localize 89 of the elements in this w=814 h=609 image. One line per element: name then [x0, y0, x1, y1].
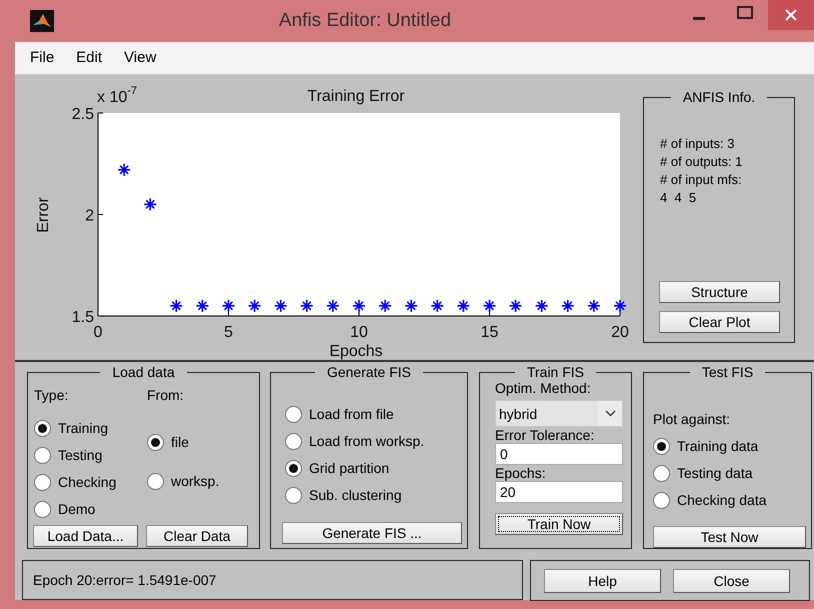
tick-label: 1.5	[72, 309, 94, 326]
tolerance-field[interactable]: 0	[495, 443, 623, 465]
field-label: Epochs:	[495, 465, 547, 481]
data-button[interactable]: Load Data...	[33, 525, 138, 547]
data-point	[378, 299, 392, 313]
data-point	[248, 299, 262, 313]
field-label: From:	[147, 386, 185, 405]
data-point	[117, 163, 131, 177]
window-title: Anfis Editor: Untitled	[278, 8, 452, 33]
generate-button[interactable]: Generate FIS ...	[282, 522, 462, 544]
status-text: Epoch 20:error= 1.5491e-007	[33, 570, 216, 590]
radio-option[interactable]: Training data	[653, 433, 811, 460]
dialog-button[interactable]: Close	[673, 568, 790, 592]
radio-button[interactable]	[285, 433, 302, 450]
close-button[interactable]	[768, 0, 814, 30]
axis-label: Epochs	[329, 343, 383, 360]
data-point	[300, 299, 314, 313]
data-point	[430, 299, 444, 313]
data-point	[534, 299, 548, 313]
radio-option[interactable]: file	[147, 429, 220, 456]
data-button[interactable]: Clear Data	[146, 525, 248, 547]
info-text: # of inputs: 3	[660, 135, 736, 153]
radio-button[interactable]	[285, 460, 302, 477]
data-point	[326, 299, 340, 313]
radio-option[interactable]: Testing	[34, 442, 147, 469]
radio-option[interactable]: Sub. clustering	[285, 482, 467, 509]
data-point	[482, 299, 496, 313]
radio-option[interactable]: worksp.	[147, 468, 220, 495]
test-button[interactable]: Test Now	[653, 526, 806, 548]
menu-item[interactable]: File	[19, 46, 66, 70]
tick-label: 15	[480, 324, 498, 341]
radio-button[interactable]	[34, 501, 51, 518]
radio-option[interactable]: Grid partition	[285, 455, 467, 482]
field-label: Optim. Method:	[495, 380, 592, 396]
field-label: Type:	[34, 386, 70, 405]
tick-label: 5	[224, 324, 233, 341]
train-button[interactable]: Train Now	[495, 513, 623, 535]
data-point	[456, 299, 470, 313]
tick-label: 0	[94, 324, 102, 341]
radio-option[interactable]: Checking data	[653, 487, 811, 514]
menu-item[interactable]: Edit	[65, 46, 114, 70]
epochs-field[interactable]: 20	[495, 481, 623, 503]
field-label: Plot against:	[653, 410, 732, 429]
radio-button[interactable]	[147, 473, 164, 490]
radio-button[interactable]	[653, 465, 670, 482]
menu-item[interactable]: View	[113, 46, 168, 70]
info-text: # of input mfs:	[660, 171, 743, 189]
plot-button[interactable]: Structure	[659, 281, 780, 303]
radio-button[interactable]	[285, 406, 302, 423]
plot-button[interactable]: Clear Plot	[659, 311, 780, 333]
radio-button[interactable]	[34, 447, 51, 464]
tick-label: 2	[85, 208, 94, 224]
radio-button[interactable]	[285, 487, 302, 504]
radio-option[interactable]: Demo	[34, 496, 147, 523]
app-icon	[30, 10, 54, 32]
data-point	[143, 198, 157, 212]
field-label: Error Tolerance:	[495, 427, 596, 443]
data-point	[274, 299, 288, 313]
caret-icon	[604, 410, 616, 417]
radio-option[interactable]: Load from worksp.	[285, 428, 467, 455]
radio-option[interactable]: Training	[34, 415, 147, 442]
data-point	[587, 299, 601, 313]
data-point	[222, 299, 236, 313]
dialog-button[interactable]: Help	[544, 568, 661, 592]
radio-option[interactable]: Checking	[34, 469, 147, 496]
tick-label: 10	[350, 324, 368, 341]
info-text: # of outputs: 1	[660, 153, 744, 171]
data-point	[508, 299, 522, 313]
axis-label: Error	[35, 197, 52, 233]
axis-multiplier: x 10$^{-7}$	[97, 85, 138, 106]
radio-button[interactable]	[34, 474, 51, 491]
radio-button[interactable]	[653, 492, 670, 509]
radio-button[interactable]	[147, 434, 164, 451]
method-dropdown[interactable]: hybrid	[495, 400, 623, 427]
data-point	[196, 299, 210, 313]
info-text: 4 4 5	[660, 189, 698, 207]
radio-button[interactable]	[34, 420, 51, 437]
data-point	[352, 299, 366, 313]
radio-option[interactable]: Load from file	[285, 401, 467, 428]
chart-title: Training Error	[307, 88, 405, 105]
radio-button[interactable]	[653, 438, 670, 455]
tick-label: 20	[611, 324, 629, 341]
data-point	[613, 299, 627, 313]
data-point	[170, 299, 184, 313]
radio-option[interactable]: Testing data	[653, 460, 811, 487]
data-point	[561, 299, 575, 313]
close-icon	[785, 9, 797, 21]
tick-label: 2.5	[72, 106, 94, 123]
data-point	[404, 299, 418, 313]
